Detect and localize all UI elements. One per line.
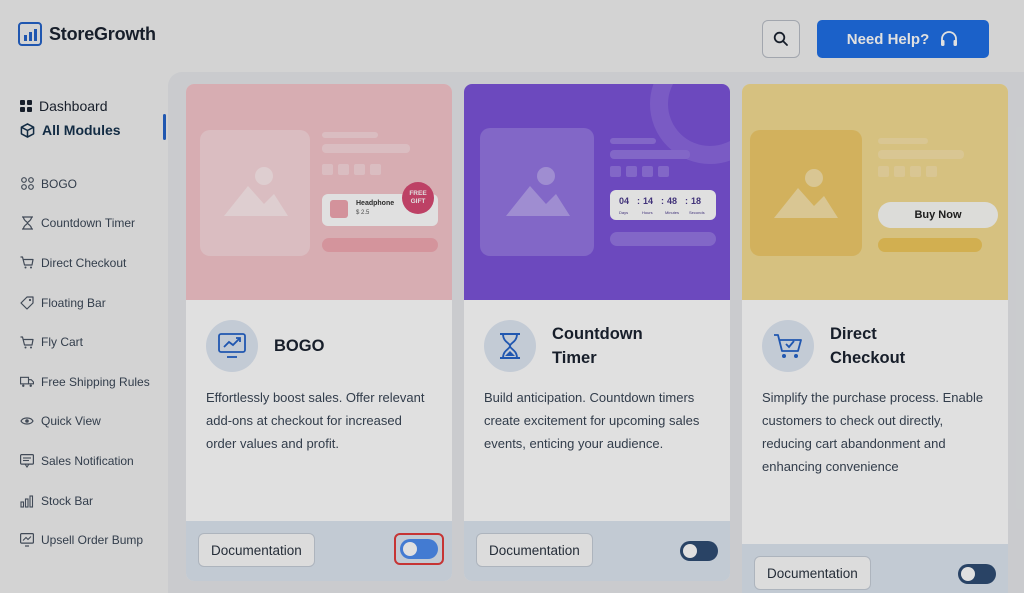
eye-icon	[20, 414, 34, 428]
buy-now-hero-button: Buy Now	[878, 202, 998, 228]
sidebar-item-all-modules[interactable]: All Modules	[20, 118, 121, 142]
headphones-icon	[941, 31, 958, 46]
timer-seconds: 18	[691, 196, 702, 206]
timer-days-label: Days	[619, 210, 629, 215]
hero-product-name: Headphone	[356, 200, 395, 207]
need-help-label: Need Help?	[846, 30, 930, 48]
card-hero-illustration: 04 : 14 : 48 : 18 Days Hours Minutes Sec…	[464, 84, 730, 300]
sidebar-item-free-shipping-rules[interactable]: Free Shipping Rules	[20, 362, 150, 402]
documentation-button[interactable]: Documentation	[476, 533, 593, 567]
search-icon	[773, 31, 788, 46]
sidebar: Dashboard All Modules BOGO Countdown Tim…	[0, 72, 168, 593]
cart-icon	[20, 256, 34, 270]
search-button[interactable]	[762, 20, 800, 58]
card-footer: Documentation	[186, 521, 452, 581]
chart-icon	[20, 494, 34, 508]
timer-seconds-label: Seconds	[689, 210, 705, 215]
sidebar-item-label: Direct Checkout	[41, 255, 127, 270]
module-card-bogo: Headphone $ 2.5 FREE GIFT BOGO Effortles…	[186, 84, 452, 581]
sidebar-item-upsell-order-bump[interactable]: Upsell Order Bump	[20, 520, 150, 560]
timer-days: 04	[619, 196, 630, 206]
module-toggle[interactable]	[400, 539, 438, 559]
sidebar-item-label: Fly Cart	[41, 335, 83, 350]
notification-icon	[20, 453, 34, 468]
tag-icon	[20, 295, 34, 310]
image-placeholder-icon	[200, 130, 310, 256]
dashboard-icon	[20, 100, 32, 112]
sidebar-item-sales-notification[interactable]: Sales Notification	[20, 441, 150, 481]
sidebar-item-label: All Modules	[42, 122, 121, 138]
module-menu: BOGO Countdown Timer Direct Checkout Flo…	[20, 164, 150, 560]
card-hero-illustration: Headphone $ 2.5 FREE GIFT	[186, 84, 452, 300]
bogo-icon	[20, 177, 34, 191]
documentation-button[interactable]: Documentation	[198, 533, 315, 567]
module-card-countdown-timer: 04 : 14 : 48 : 18 Days Hours Minutes Sec…	[464, 84, 730, 581]
sidebar-item-stock-bar[interactable]: Stock Bar	[20, 481, 150, 521]
hero-product-price: $ 2.5	[356, 210, 370, 216]
countdown-card-icon	[484, 320, 536, 372]
documentation-button[interactable]: Documentation	[754, 556, 871, 590]
card-description: Simplify the purchase process. Enable cu…	[762, 390, 984, 474]
timer-hours-label: Hours	[642, 210, 653, 215]
card-title: BOGO	[274, 337, 325, 355]
hourglass-icon	[20, 216, 34, 230]
sidebar-top-nav: Dashboard All Modules	[20, 94, 121, 142]
sidebar-item-label: Countdown Timer	[41, 216, 136, 231]
active-indicator	[163, 114, 166, 140]
header: StoreGrowth Need Help?	[0, 0, 1024, 72]
truck-icon	[20, 375, 34, 389]
free-gift-badge: FREE GIFT	[402, 182, 434, 214]
sidebar-item-quick-view[interactable]: Quick View	[20, 402, 150, 442]
sidebar-item-fly-cart[interactable]: Fly Cart	[20, 322, 150, 362]
sidebar-item-label: BOGO	[41, 176, 78, 191]
module-card-direct-checkout: Buy Now Direct Checkout Simplify the pur…	[742, 84, 1008, 593]
sidebar-item-label: Sales Notification	[41, 453, 134, 468]
card-title-line-2: Checkout	[830, 349, 906, 367]
module-toggle[interactable]	[680, 541, 718, 561]
card-footer: Documentation	[464, 521, 730, 581]
module-toggle[interactable]	[958, 564, 996, 584]
card-description: Effortlessly boost sales. Offer relevant…	[206, 390, 425, 451]
logo-text: StoreGrowth	[49, 23, 156, 44]
need-help-button[interactable]: Need Help?	[817, 20, 989, 58]
sidebar-item-floating-bar[interactable]: Floating Bar	[20, 283, 150, 323]
modules-grid: Headphone $ 2.5 FREE GIFT BOGO Effortles…	[168, 72, 1024, 593]
timer-minutes: 48	[667, 196, 678, 206]
card-footer: Documentation	[742, 544, 1008, 593]
checkout-card-icon	[762, 320, 814, 372]
card-title-line-1: Countdown	[552, 325, 643, 343]
sidebar-item-label: Floating Bar	[41, 295, 106, 310]
sidebar-item-dashboard[interactable]: Dashboard	[20, 94, 121, 118]
sidebar-item-label: Quick View	[41, 414, 101, 429]
monitor-icon	[20, 533, 34, 547]
timer-hours: 14	[643, 196, 654, 206]
cart-icon	[20, 335, 34, 349]
toggle-knob	[683, 544, 697, 558]
sidebar-item-bogo[interactable]: BOGO	[20, 164, 150, 204]
toggle-knob	[961, 567, 975, 581]
sidebar-item-label: Dashboard	[39, 98, 108, 114]
card-description: Build anticipation. Countdown timers cre…	[484, 390, 700, 451]
sidebar-item-countdown-timer[interactable]: Countdown Timer	[20, 204, 150, 244]
cube-icon	[20, 122, 35, 138]
image-placeholder-icon	[750, 130, 862, 256]
sidebar-item-label: Free Shipping Rules	[41, 374, 150, 389]
sidebar-item-label: Stock Bar	[41, 493, 94, 508]
bogo-card-icon	[206, 320, 258, 372]
card-title-line-2: Timer	[552, 349, 597, 367]
logo[interactable]: StoreGrowth	[18, 22, 156, 46]
logo-icon	[18, 22, 42, 46]
card-title-line-1: Direct	[830, 325, 877, 343]
image-placeholder-icon	[480, 128, 594, 256]
toggle-knob	[403, 542, 417, 556]
hero-timer-box: 04 : 14 : 48 : 18 Days Hours Minutes Sec…	[610, 190, 716, 220]
timer-minutes-label: Minutes	[665, 210, 680, 215]
sidebar-item-direct-checkout[interactable]: Direct Checkout	[20, 243, 150, 283]
sidebar-item-label: Upsell Order Bump	[41, 533, 144, 548]
card-hero-illustration: Buy Now	[742, 84, 1008, 300]
